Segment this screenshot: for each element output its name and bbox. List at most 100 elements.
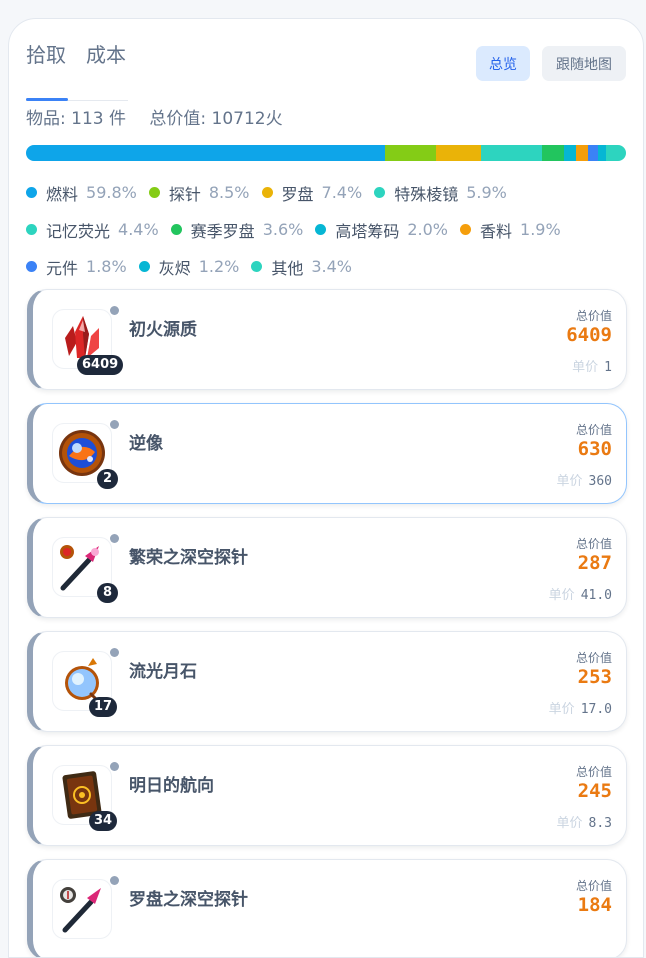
- status-dot: [110, 762, 119, 771]
- legend-label: 灰烬: [158, 258, 191, 278]
- legend-dot: [26, 224, 37, 235]
- item-card[interactable]: 罗盘之深空探针 总价值 184: [27, 859, 627, 957]
- status-dot: [110, 648, 119, 657]
- unit-price-label: 单价: [548, 588, 575, 603]
- quantity-badge: 6409: [77, 355, 124, 375]
- legend-dot: [374, 187, 386, 198]
- overview-button[interactable]: 总览: [476, 46, 530, 81]
- tab-bar: 拾取 成本: [26, 39, 128, 101]
- composition-segment: [385, 145, 437, 161]
- unit-price: 单价 17.0: [549, 698, 612, 717]
- item-total-value: 287: [577, 552, 612, 574]
- item-name: 逆像: [129, 434, 163, 454]
- composition-segment: [436, 145, 481, 161]
- legend-percent: 7.4%: [321, 183, 363, 202]
- total-value-label: 总价值: [575, 423, 612, 437]
- legend-item: 灰烬 1.2%: [138, 255, 240, 279]
- status-dot: [110, 876, 119, 885]
- unit-price-label: 单价: [556, 816, 583, 831]
- tab-cost[interactable]: 成本: [86, 39, 126, 68]
- tab-pickup[interactable]: 拾取: [26, 39, 66, 68]
- total-value-label: 总价值: [575, 537, 612, 551]
- legend-item: 记忆荧光 4.4%: [26, 218, 159, 242]
- item-name: 罗盘之深空探针: [129, 890, 248, 910]
- item-list: 6409 初火源质 总价值 6409 单价 1 2 逆像 总价值 630 单价 …: [27, 289, 627, 957]
- composition-segment: [542, 145, 565, 161]
- total-value: 总价值: 10712火: [149, 109, 283, 129]
- composition-segment: [576, 145, 588, 161]
- item-total-value: 184: [577, 894, 612, 916]
- legend-dot: [251, 261, 263, 272]
- legend-dot: [460, 224, 472, 235]
- composition-segment: [26, 145, 386, 161]
- item-icon-frame: [52, 879, 112, 939]
- active-tab-indicator: [26, 98, 68, 101]
- legend-label: 其他: [271, 258, 304, 278]
- unit-price-value: 360: [588, 474, 612, 489]
- composition-bar: [26, 145, 626, 161]
- legend-percent: 59.8%: [86, 183, 137, 202]
- total-value-label: 总价值: [575, 309, 612, 323]
- composition-segment: [587, 145, 599, 161]
- legend-dot: [138, 261, 150, 272]
- legend-percent: 1.8%: [86, 257, 127, 276]
- item-name: 繁荣之深空探针: [129, 548, 248, 568]
- unit-price-label: 单价: [556, 474, 583, 489]
- legend-label: 燃料: [46, 184, 79, 204]
- unit-price: 单价 8.3: [557, 812, 613, 831]
- legend-percent: 4.4%: [118, 220, 159, 239]
- item-total-value: 253: [577, 666, 612, 688]
- composition-segment: [605, 145, 626, 161]
- legend-row: 元件 1.8% 灰烬 1.2% 其他 3.4%: [26, 248, 636, 285]
- composition-segment: [564, 145, 577, 161]
- legend-item: 高塔筹码 2.0%: [315, 218, 448, 242]
- legend-item: 特殊棱镜 5.9%: [374, 181, 507, 205]
- legend-item: 赛季罗盘 3.6%: [170, 218, 304, 242]
- total-value-label: 总价值: [575, 651, 612, 665]
- quantity-badge: 17: [89, 697, 118, 717]
- legend-dot: [170, 224, 182, 235]
- unit-price: 单价 1: [572, 356, 612, 375]
- item-card[interactable]: 34 明日的航向 总价值 245 单价 8.3: [27, 745, 627, 846]
- total-value-label: 总价值: [575, 879, 612, 893]
- item-name: 明日的航向: [129, 776, 214, 796]
- legend-label: 赛季罗盘: [190, 221, 255, 241]
- legend-percent: 2.0%: [407, 220, 449, 239]
- legend-dot: [26, 187, 37, 198]
- item-card[interactable]: 8 繁荣之深空探针 总价值 287 单价 41.0: [27, 517, 627, 618]
- legend-item: 香料 1.9%: [460, 218, 561, 242]
- legend-item: 燃料 59.8%: [26, 181, 137, 205]
- legend-item: 探针 8.5%: [148, 181, 250, 205]
- status-dot: [110, 306, 119, 315]
- unit-price-value: 1: [604, 360, 612, 375]
- item-total-value: 6409: [566, 324, 612, 346]
- composition-segment: [598, 145, 606, 161]
- legend-label: 香料: [480, 221, 513, 241]
- follow-map-button[interactable]: 跟随地图: [542, 46, 626, 81]
- item-card[interactable]: 2 逆像 总价值 630 单价 360: [27, 403, 627, 504]
- loot-panel: 拾取 成本 总览 跟随地图 物品: 113 件 总价值: 10712火 燃料 59…: [8, 18, 644, 958]
- item-total-value: 630: [577, 438, 612, 460]
- legend-percent: 1.2%: [198, 257, 240, 276]
- status-dot: [110, 420, 119, 429]
- quantity-badge: 34: [89, 811, 118, 831]
- composition-segment: [480, 145, 517, 161]
- item-card[interactable]: 17 流光月石 总价值 253 单价 17.0: [27, 631, 627, 732]
- unit-price-value: 8.3: [588, 816, 612, 831]
- unit-price-label: 单价: [572, 360, 599, 375]
- legend-dot: [148, 187, 160, 198]
- unit-price-label: 单价: [548, 702, 575, 717]
- summary-line: 物品: 113 件 总价值: 10712火: [26, 104, 283, 129]
- composition-segment: [516, 145, 543, 161]
- legend-item: 罗盘 7.4%: [261, 181, 363, 205]
- composition-legend: 燃料 59.8% 探针 8.5% 罗盘 7.4% 特殊棱镜 5.9% 记忆荧光 4.4% …: [26, 174, 636, 285]
- item-card[interactable]: 6409 初火源质 总价值 6409 单价 1: [27, 289, 627, 390]
- legend-dot: [315, 224, 327, 235]
- unit-price-value: 41.0: [580, 588, 612, 603]
- legend-percent: 3.6%: [262, 220, 304, 239]
- unit-price: 单价 360: [557, 470, 613, 489]
- legend-percent: 5.9%: [466, 183, 507, 202]
- legend-item: 元件 1.8%: [26, 255, 127, 279]
- legend-dot: [26, 261, 37, 272]
- item-count: 物品: 113 件: [26, 109, 126, 129]
